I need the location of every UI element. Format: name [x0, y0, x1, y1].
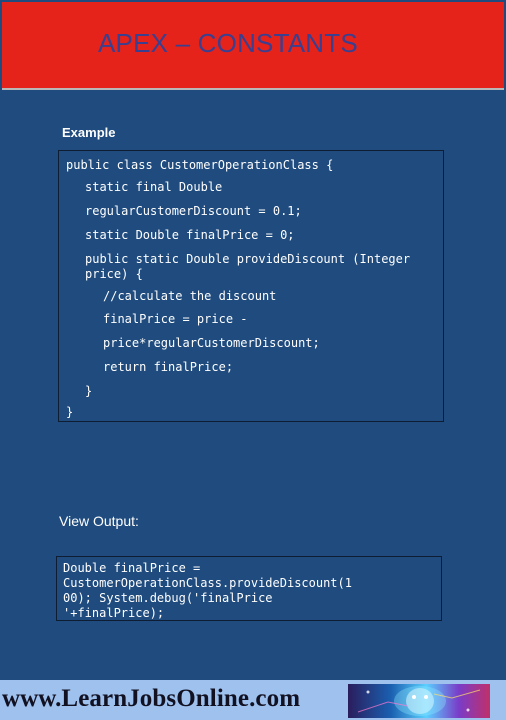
title-banner: APEX – CONSTANTS	[2, 2, 504, 90]
website-link[interactable]: www.LearnJobsOnline.com	[2, 685, 300, 713]
footer-bar: www.LearnJobsOnline.com	[0, 680, 506, 720]
example-code-block: public class CustomerOperationClass { st…	[58, 150, 444, 422]
output-code-block: Double finalPrice = CustomerOperationCla…	[56, 556, 442, 621]
page-title: APEX – CONSTANTS	[98, 28, 358, 58]
output-line: '+finalPrice);	[63, 606, 165, 620]
slide: APEX – CONSTANTS Example public class Cu…	[0, 0, 506, 720]
output-line: CustomerOperationClass.provideDiscount(1	[63, 576, 352, 590]
code-line: }	[85, 384, 93, 398]
code-line: static Double finalPrice = 0;	[85, 228, 295, 242]
tech-head-graphic	[357, 686, 481, 716]
example-label: Example	[62, 125, 116, 140]
output-line: 00); System.debug('finalPrice	[63, 591, 273, 605]
output-line: Double finalPrice =	[63, 561, 201, 575]
footer-banner-image	[348, 684, 490, 718]
output-label: View Output:	[59, 513, 139, 529]
code-line: price) {	[85, 267, 143, 281]
code-line: public class CustomerOperationClass {	[66, 158, 334, 172]
code-line: regularCustomerDiscount = 0.1;	[85, 204, 302, 218]
code-line: static final Double	[85, 180, 223, 194]
code-line: //calculate the discount	[103, 289, 277, 303]
code-line: finalPrice = price -	[103, 312, 248, 326]
code-line: public static Double provideDiscount (In…	[85, 252, 411, 266]
code-line: return finalPrice;	[103, 360, 234, 374]
code-line: }	[66, 405, 74, 419]
code-line: price*regularCustomerDiscount;	[103, 336, 320, 350]
